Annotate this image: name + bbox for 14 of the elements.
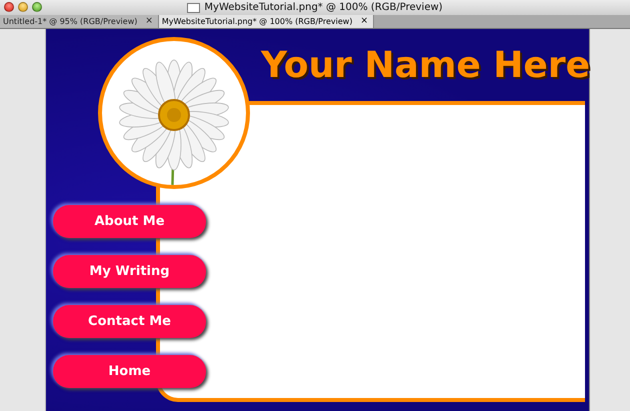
document-icon — [187, 2, 200, 12]
minimize-icon[interactable] — [18, 2, 28, 12]
nav-button[interactable]: Home — [53, 355, 206, 388]
site-title: Your Name Here — [261, 44, 590, 86]
nav-button[interactable]: About Me — [53, 205, 206, 238]
close-tab-button[interactable]: × — [145, 17, 153, 26]
document-tab[interactable]: MyWebsiteTutorial.png* @ 100% (RGB/Preview) × — [158, 15, 374, 28]
document-tab[interactable]: Untitled-1* @ 95% (RGB/Preview) × — [0, 15, 159, 28]
close-tab-button[interactable]: × — [360, 17, 368, 26]
window-title: MyWebsiteTutorial.png* @ 100% (RGB/Preview) — [204, 2, 443, 13]
nav-button[interactable]: Contact Me — [53, 305, 206, 338]
nav-button[interactable]: My Writing — [53, 255, 206, 288]
zoom-icon[interactable] — [32, 2, 42, 12]
close-icon[interactable] — [4, 2, 14, 12]
